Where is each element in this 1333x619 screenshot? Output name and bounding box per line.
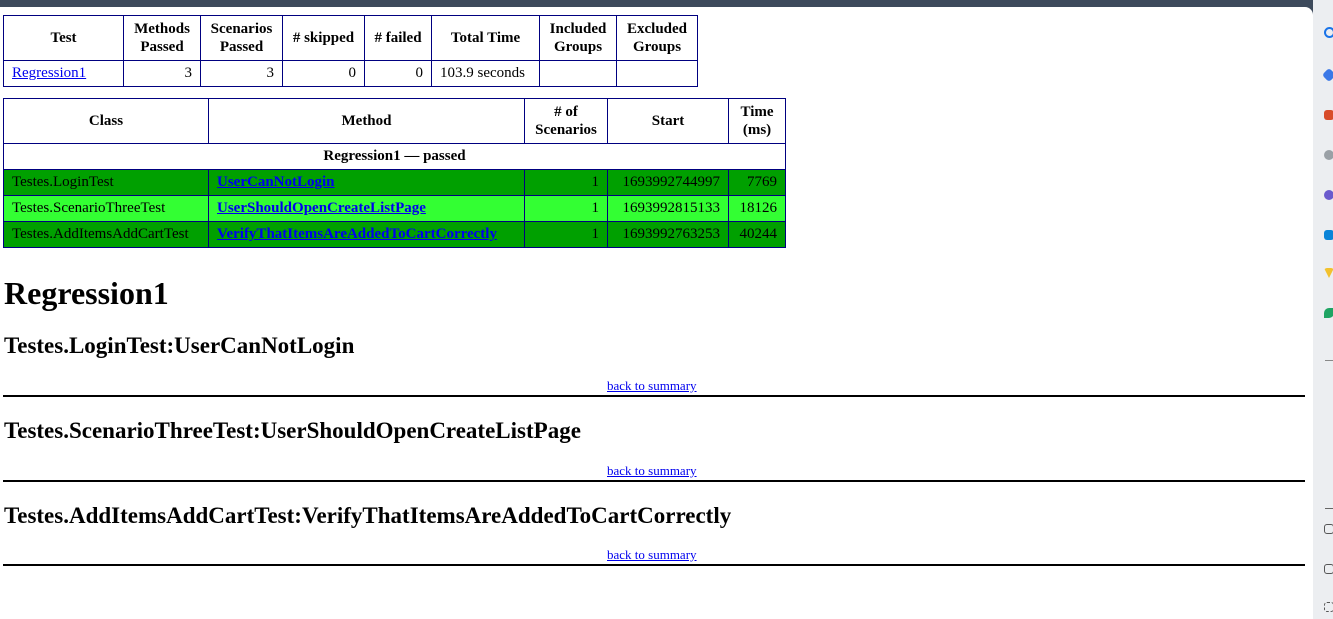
time-cell: 7769: [728, 169, 786, 196]
details-header-row: Class Method # of Scenarios Start Time (…: [3, 98, 786, 144]
method-cell: VerifyThatItemsAreAddedToCartCorrectly: [208, 221, 525, 248]
scenarios-passed-value: 3: [200, 60, 283, 87]
failed-value: 0: [364, 60, 432, 87]
summary-row: Regression1 3 3 0 0 103.9 seconds: [3, 60, 698, 87]
drive-icon[interactable]: [1324, 268, 1333, 278]
header-start: Start: [607, 98, 729, 144]
back-to-summary-link[interactable]: back to summary: [607, 547, 697, 562]
details-table: Class Method # of Scenarios Start Time (…: [3, 98, 786, 248]
start-cell: 1693992815133: [607, 195, 729, 222]
header-time: Time (ms): [728, 98, 786, 144]
divider: [3, 564, 1305, 566]
method-cell: UserShouldOpenCreateListPage: [208, 195, 525, 222]
header-scenarios: # of Scenarios: [524, 98, 608, 144]
suite-title: Regression1: [4, 275, 169, 311]
outlook-icon[interactable]: [1324, 230, 1333, 240]
scenarios-cell: 1: [524, 169, 608, 196]
back-to-summary-link[interactable]: back to summary: [607, 378, 697, 393]
header-method: Method: [208, 98, 525, 144]
header-failed: # failed: [364, 15, 432, 61]
class-cell: Testes.AddItemsAddCartTest: [3, 221, 209, 248]
browser-sidebar: [1313, 0, 1333, 619]
summary-table: Test Methods Passed Scenarios Passed # s…: [3, 15, 698, 87]
table-row: Testes.ScenarioThreeTest UserShouldOpenC…: [3, 195, 786, 222]
scenarios-cell: 1: [524, 195, 608, 222]
report-page: Test Methods Passed Scenarios Passed # s…: [0, 7, 1313, 619]
header-skipped: # skipped: [282, 15, 365, 61]
screen-icon[interactable]: [1324, 524, 1333, 534]
back-to-summary-link[interactable]: back to summary: [607, 463, 697, 478]
skipped-value: 0: [282, 60, 365, 87]
summary-header-row: Test Methods Passed Scenarios Passed # s…: [3, 15, 698, 61]
table-row: Testes.AddItemsAddCartTest VerifyThatIte…: [3, 221, 786, 248]
time-cell: 18126: [728, 195, 786, 222]
excluded-groups-value: [616, 60, 698, 87]
divider: [3, 480, 1305, 482]
group-label: Regression1 — passed: [3, 143, 786, 170]
time-cell: 40244: [728, 221, 786, 248]
header-included-groups: Included Groups: [539, 15, 617, 61]
copilot-icon[interactable]: [1324, 190, 1333, 200]
start-cell: 1693992763253: [607, 221, 729, 248]
search-icon[interactable]: [1324, 27, 1333, 38]
header-excluded-groups: Excluded Groups: [616, 15, 698, 61]
group-row: Regression1 — passed: [3, 143, 786, 170]
method-link[interactable]: UserShouldOpenCreateListPage: [217, 200, 426, 216]
tag-icon[interactable]: [1321, 67, 1333, 83]
method-link[interactable]: VerifyThatItemsAreAddedToCartCorrectly: [217, 226, 497, 242]
section-title: Testes.ScenarioThreeTest:UserShouldOpenC…: [4, 418, 581, 443]
table-row: Testes.LoginTest UserCanNotLogin 1 16939…: [3, 169, 786, 196]
method-link[interactable]: UserCanNotLogin: [217, 174, 335, 190]
included-groups-value: [539, 60, 617, 87]
leaf-icon[interactable]: [1324, 308, 1333, 318]
people-icon[interactable]: [1324, 150, 1333, 160]
start-cell: 1693992744997: [607, 169, 729, 196]
divider: [3, 395, 1305, 397]
header-class: Class: [3, 98, 209, 144]
header-test: Test: [3, 15, 124, 61]
add-icon[interactable]: [1325, 360, 1333, 361]
test-link[interactable]: Regression1: [12, 65, 86, 81]
header-methods-passed: Methods Passed: [123, 15, 201, 61]
total-time-value: 103.9 seconds: [431, 60, 540, 87]
settings-icon[interactable]: [1324, 602, 1333, 612]
scenarios-cell: 1: [524, 221, 608, 248]
section-title: Testes.LoginTest:UserCanNotLogin: [4, 333, 355, 358]
toolbox-icon[interactable]: [1324, 110, 1333, 120]
methods-passed-value: 3: [123, 60, 201, 87]
test-cell: Regression1: [3, 60, 124, 87]
divider: [1325, 508, 1333, 509]
header-scenarios-passed: Scenarios Passed: [200, 15, 283, 61]
section-title: Testes.AddItemsAddCartTest:VerifyThatIte…: [4, 503, 732, 528]
class-cell: Testes.ScenarioThreeTest: [3, 195, 209, 222]
window-icon[interactable]: [1324, 564, 1333, 574]
header-total-time: Total Time: [431, 15, 540, 61]
class-cell: Testes.LoginTest: [3, 169, 209, 196]
method-cell: UserCanNotLogin: [208, 169, 525, 196]
